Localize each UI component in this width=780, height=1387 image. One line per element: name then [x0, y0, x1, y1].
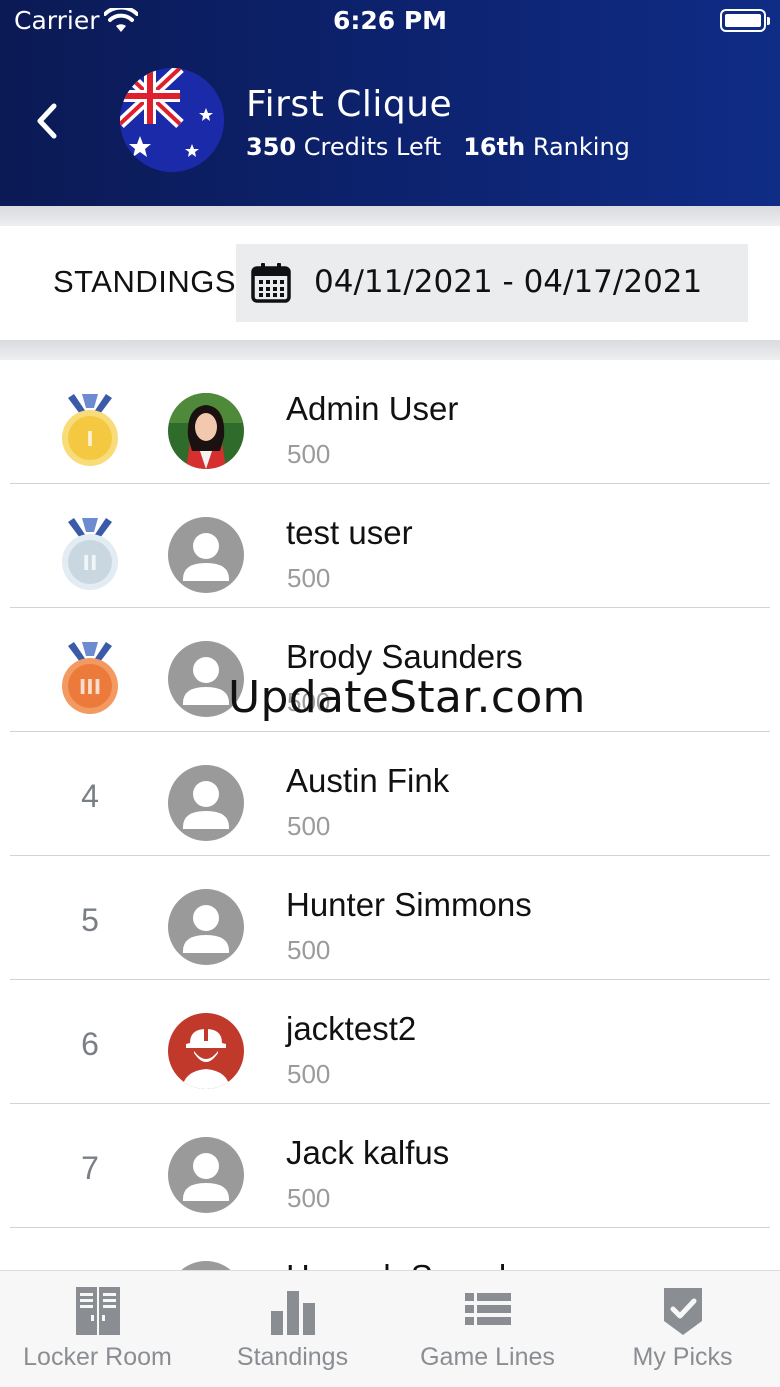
tab-my-picks[interactable]: My Picks [585, 1271, 780, 1387]
player-name: jacktest2 [286, 1010, 417, 1047]
calendar-icon [251, 263, 291, 303]
tab-label: My Picks [632, 1343, 733, 1371]
rank-number: 4 [81, 778, 99, 814]
svg-text:I: I [86, 427, 93, 451]
standing-row[interactable]: 5 Hunter Simmons 500 [0, 856, 780, 980]
player-name: Jack kalfus [286, 1134, 450, 1171]
gold-medal-icon: I [62, 394, 118, 466]
status-bar: Carrier 6:26 PM [0, 0, 780, 44]
silver-medal-icon: II [62, 518, 118, 590]
player-credits: 500 [287, 439, 331, 469]
avatar-placeholder-icon [168, 517, 244, 593]
ranking-value: 16th [463, 133, 526, 161]
bronze-medal-icon: III [62, 642, 118, 714]
section-divider [0, 206, 780, 226]
player-name: Brody Saunders [286, 638, 523, 675]
player-name: Admin User [286, 390, 459, 427]
player-credits: 500 [287, 811, 331, 841]
locker-icon [75, 1287, 120, 1335]
group-stats: 350 Credits Left 16th Ranking [246, 133, 630, 161]
player-credits: 500 [287, 563, 331, 593]
avatar-placeholder-icon [168, 889, 244, 965]
player-credits: 500 [287, 935, 331, 965]
tab-label: Standings [236, 1343, 349, 1371]
standing-row[interactable]: II test user 500 [0, 484, 780, 608]
player-credits: 500 [287, 1059, 331, 1089]
credits-label: Credits Left [303, 133, 442, 161]
standing-row[interactable]: 4 Austin Fink 500 [0, 732, 780, 856]
list-icon [464, 1293, 511, 1325]
tab-label: Game Lines [420, 1343, 555, 1371]
rank-number: 5 [81, 902, 99, 938]
back-button[interactable] [28, 96, 68, 146]
app-header: Carrier 6:26 PM First Clique 350 Credits… [0, 0, 780, 206]
status-time: 6:26 PM [332, 6, 448, 35]
tab-label: Locker Room [23, 1343, 172, 1371]
standing-row[interactable]: 8Hannah Saunders500 [0, 1228, 780, 1270]
credits-value: 350 [246, 133, 297, 161]
rank-number: 7 [81, 1150, 99, 1186]
avatar-photo [168, 393, 244, 469]
player-name: Hannah Saunders [286, 1258, 552, 1270]
section-divider [0, 340, 780, 360]
avatar-placeholder-icon [168, 1137, 244, 1213]
player-name: Hunter Simmons [286, 886, 532, 923]
ranking-label: Ranking [532, 133, 630, 161]
player-credits: 500 [287, 1183, 331, 1213]
bar-chart-icon [270, 1291, 315, 1335]
australia-flag-icon [120, 68, 224, 172]
rank-number: 6 [81, 1026, 99, 1062]
avatar-placeholder-icon [168, 1261, 244, 1270]
watermark-text: UpdateStar.com [228, 672, 586, 723]
bottom-tab-bar: Locker Room Standings Game Lines My Pick… [0, 1270, 780, 1387]
group-name: First Clique [246, 84, 453, 125]
battery-icon [720, 9, 770, 32]
date-range-text: 04/11/2021 - 04/17/2021 [314, 264, 703, 300]
standings-title: STANDINGS [53, 264, 237, 299]
svg-text:III: III [79, 675, 101, 699]
tab-game-lines[interactable]: Game Lines [390, 1271, 585, 1387]
tab-standings[interactable]: Standings [195, 1271, 390, 1387]
svg-text:II: II [83, 551, 98, 575]
standing-row[interactable]: 7 Jack kalfus 500 [0, 1104, 780, 1228]
player-name: test user [286, 514, 413, 551]
player-name: Austin Fink [286, 762, 450, 799]
standings-bar: STANDINGS 04/11/2021 - 04/17/2021 [0, 226, 780, 340]
date-range-selector[interactable]: 04/11/2021 - 04/17/2021 [236, 244, 748, 322]
standings-list: I Admin User 500 II test user 500 III Brody Sau… [0, 360, 780, 1270]
standing-row[interactable]: I Admin User 500 [0, 360, 780, 484]
avatar-placeholder-icon [168, 765, 244, 841]
avatar-worker-icon [168, 1013, 244, 1089]
tab-locker-room[interactable]: Locker Room [0, 1271, 195, 1387]
standing-row[interactable]: 6 jacktest2 500 [0, 980, 780, 1104]
shield-check-icon [663, 1288, 702, 1335]
